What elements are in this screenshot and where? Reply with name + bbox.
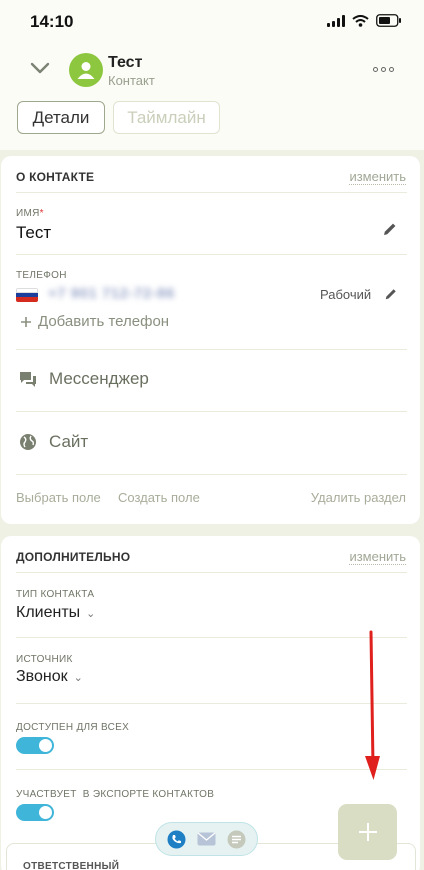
contact-type-value: Клиенты — [16, 604, 81, 621]
responsible-label: ОТВЕТСТВЕННЫЙ — [23, 861, 120, 870]
delete-section-link[interactable]: Удалить раздел — [311, 490, 406, 505]
avatar — [69, 53, 103, 87]
tab-timeline[interactable]: Таймлайн — [113, 101, 220, 134]
pencil-icon[interactable] — [384, 287, 398, 301]
phone-type[interactable]: Рабочий — [320, 287, 371, 302]
section-title: О КОНТАКТЕ — [16, 170, 95, 184]
contact-type-label: ТИП КОНТАКТА — [16, 589, 95, 600]
page-subtitle: Контакт — [108, 73, 155, 88]
divider — [16, 769, 407, 770]
plus-icon — [358, 823, 377, 841]
signal-icon — [327, 14, 345, 27]
comment-icon[interactable] — [227, 830, 246, 849]
source-label: ИСТОЧНИК — [16, 654, 73, 665]
status-bar: 14:10 — [0, 0, 424, 44]
export-toggle[interactable] — [16, 804, 54, 821]
wifi-icon — [352, 14, 369, 27]
chat-icon — [20, 371, 36, 387]
add-phone-button[interactable]: Добавить телефон — [20, 313, 169, 330]
divider — [16, 349, 407, 350]
tab-details[interactable]: Детали — [17, 101, 105, 134]
source-value: Звонок — [16, 668, 68, 685]
available-label: ДОСТУПЕН ДЛЯ ВСЕХ — [16, 722, 130, 733]
status-time: 14:10 — [30, 12, 74, 31]
section-title: ДОПОЛНИТЕЛЬНО — [16, 550, 131, 564]
messenger-label: Мессенджер — [49, 369, 149, 388]
source-select[interactable]: Звонок ⌄ — [16, 668, 83, 686]
select-field-link[interactable]: Выбрать поле — [16, 490, 101, 505]
user-icon — [77, 62, 95, 79]
export-label: УЧАСТВУЕТ В ЭКСПОРТЕ КОНТАКТОВ — [16, 789, 215, 800]
additional-edit-link[interactable]: изменить — [349, 549, 406, 565]
phone-value[interactable]: +7 901 712-72-86 — [48, 285, 175, 302]
divider — [16, 474, 407, 475]
annotation-arrow — [365, 630, 380, 780]
globe-icon — [20, 434, 36, 450]
available-toggle[interactable] — [16, 737, 54, 754]
phone-label: ТЕЛЕФОН — [16, 270, 67, 281]
battery-icon — [376, 14, 401, 27]
chevron-down-icon: ⌄ — [73, 671, 83, 684]
communication-bar — [155, 822, 258, 856]
chevron-down-icon[interactable] — [30, 62, 50, 74]
divider — [16, 637, 407, 638]
page-title: Тест — [108, 54, 143, 71]
divider — [16, 254, 407, 255]
about-edit-link[interactable]: изменить — [349, 169, 406, 185]
divider — [16, 572, 407, 573]
contact-header: Тест Контакт Детали Таймлайн — [0, 44, 424, 150]
messenger-row[interactable]: Мессенджер — [19, 369, 149, 389]
site-label: Сайт — [49, 432, 89, 451]
divider — [16, 703, 407, 704]
status-icons — [327, 14, 402, 27]
phone-icon[interactable] — [167, 830, 186, 849]
mail-icon[interactable] — [197, 830, 216, 849]
add-button[interactable] — [338, 804, 397, 860]
site-row[interactable]: Сайт — [19, 432, 88, 452]
russia-flag-icon[interactable] — [16, 288, 38, 302]
chevron-down-icon: ⌄ — [86, 607, 96, 620]
divider — [16, 411, 407, 412]
divider — [16, 192, 407, 193]
plus-icon — [21, 316, 31, 327]
name-label: ИМЯ* — [16, 208, 44, 219]
more-icon[interactable] — [373, 67, 394, 72]
contact-type-select[interactable]: Клиенты ⌄ — [16, 604, 95, 622]
about-contact-card: О КОНТАКТЕ изменить ИМЯ* Тест ТЕЛЕФОН +7… — [1, 156, 420, 524]
pencil-icon[interactable] — [382, 221, 398, 237]
add-phone-label: Добавить телефон — [38, 313, 170, 330]
name-value[interactable]: Тест — [16, 223, 51, 243]
create-field-link[interactable]: Создать поле — [118, 490, 200, 505]
